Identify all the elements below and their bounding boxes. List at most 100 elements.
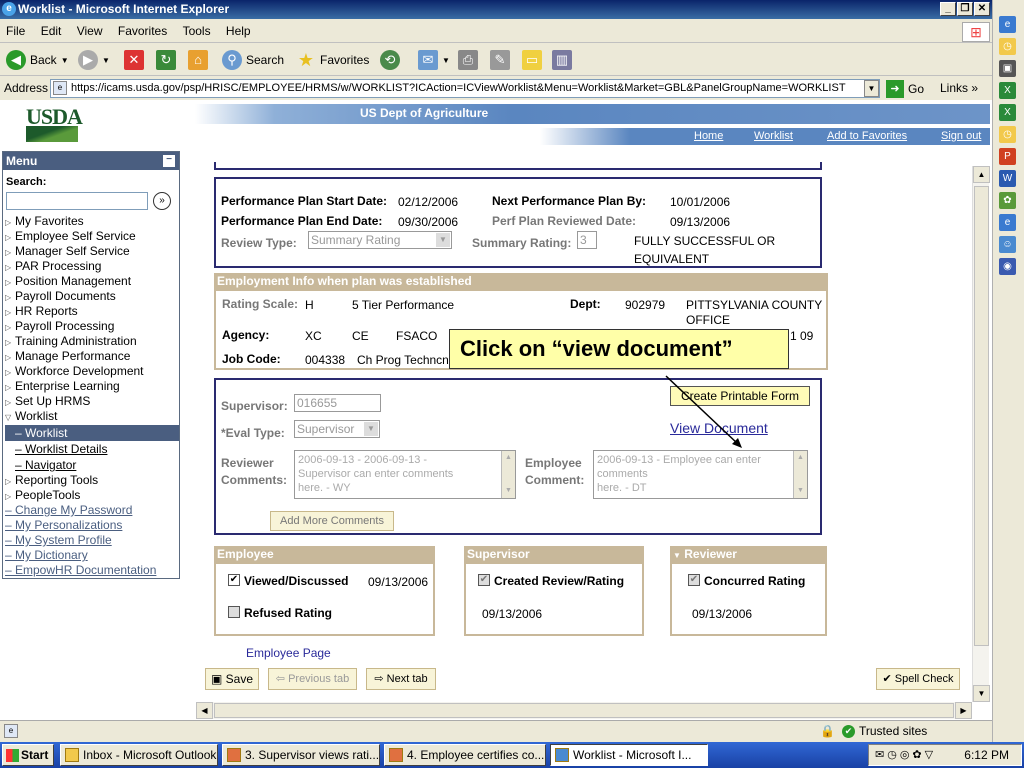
scroll-right-icon[interactable]: ▶: [955, 702, 972, 719]
menu-link-change-my-password[interactable]: – Change My Password: [5, 503, 132, 518]
menu-edit[interactable]: Edit: [35, 20, 68, 42]
powerpoint-launch-icon[interactable]: P: [999, 148, 1016, 165]
eval-type-select[interactable]: Supervisor ▼: [294, 420, 380, 438]
scroll-left-icon[interactable]: ◀: [196, 702, 213, 719]
menu-item-manage-performance[interactable]: ▷ Manage Performance: [5, 349, 130, 364]
menu-item-training-administration[interactable]: ▷ Training Administration: [5, 334, 137, 349]
menu-subitem-navigator[interactable]: – Navigator: [5, 457, 179, 473]
menu-subitem-worklist[interactable]: – Worklist: [5, 425, 179, 441]
calendar-launch-icon[interactable]: ◷: [999, 126, 1016, 143]
menu-file[interactable]: File: [0, 20, 31, 42]
search-button[interactable]: ⚲ Search: [222, 48, 284, 72]
menu-search-input[interactable]: [6, 192, 148, 210]
stop-button[interactable]: ✕: [124, 48, 144, 72]
previous-tab-button[interactable]: ⇦ Previous tab: [268, 668, 357, 690]
vertical-scrollbar[interactable]: ▲ ▼: [972, 166, 990, 702]
print-button[interactable]: ⎙: [458, 48, 478, 72]
scroll-thumb[interactable]: [974, 186, 989, 646]
discuss-button[interactable]: ▭: [522, 48, 542, 72]
menu-item-reporting-tools[interactable]: ▷ Reporting Tools: [5, 473, 98, 488]
menu-link-empowhr-documentation[interactable]: – EmpowHR Documentation: [5, 563, 156, 578]
menu-item-employee-self-service[interactable]: ▷ Employee Self Service: [5, 229, 136, 244]
menu-favorites[interactable]: Favorites: [112, 20, 173, 42]
menu-item-payroll-processing[interactable]: ▷ Payroll Processing: [5, 319, 114, 334]
excel-launch-icon[interactable]: X: [999, 82, 1016, 99]
hscroll-thumb[interactable]: [214, 703, 954, 718]
word-launch-icon[interactable]: W: [999, 170, 1016, 187]
menu-link-my-system-profile[interactable]: – My System Profile: [5, 533, 112, 548]
summary-rating-field[interactable]: 3: [577, 231, 597, 249]
employee-comment-textarea[interactable]: 2006-09-13 - Employee can enter comments…: [593, 450, 808, 499]
menu-item-payroll-documents[interactable]: ▷ Payroll Documents: [5, 289, 116, 304]
menu-item-position-management[interactable]: ▷ Position Management: [5, 274, 131, 289]
menu-subitem-worklist-details[interactable]: – Worklist Details: [5, 441, 179, 457]
home-link[interactable]: Home: [694, 130, 723, 142]
employee-page-link[interactable]: Employee Page: [246, 646, 331, 660]
excel2-launch-icon[interactable]: X: [999, 104, 1016, 121]
messenger-launch-icon[interactable]: ☺: [999, 236, 1016, 253]
refresh-button[interactable]: ↻: [156, 48, 176, 72]
scroll-down-icon[interactable]: ▼: [973, 685, 990, 702]
textarea-scrollbar[interactable]: ▲ ▼: [793, 451, 807, 498]
task-worklist-ie[interactable]: Worklist - Microsoft I...: [550, 744, 708, 766]
menu-tools[interactable]: Tools: [177, 20, 217, 42]
supervisor-field[interactable]: 016655: [294, 394, 381, 412]
address-input[interactable]: e https://icams.usda.gov/psp/HRISC/EMPLOY…: [50, 79, 880, 98]
collapse-triangle-icon[interactable]: ▼: [673, 551, 681, 560]
menu-item-par-processing[interactable]: ▷ PAR Processing: [5, 259, 101, 274]
network-launch-icon[interactable]: ✿: [999, 192, 1016, 209]
forward-button[interactable]: ▶ ▼: [78, 48, 110, 72]
viewed-checkbox[interactable]: ✔: [228, 574, 240, 586]
ie2-launch-icon[interactable]: e: [999, 214, 1016, 231]
minimize-button[interactable]: _: [940, 2, 956, 16]
app-launch-icon[interactable]: ▣: [999, 60, 1016, 77]
go-button[interactable]: ➜ Go: [886, 79, 924, 99]
review-type-select[interactable]: Summary Rating ▼: [308, 231, 452, 249]
outlook-launch-icon[interactable]: ◷: [999, 38, 1016, 55]
favorites-button[interactable]: ★ Favorites: [296, 48, 369, 72]
media-launch-icon[interactable]: ◉: [999, 258, 1016, 275]
close-button[interactable]: ✕: [974, 2, 990, 16]
add-more-comments-button[interactable]: Add More Comments: [270, 511, 394, 531]
add-to-favorites-link[interactable]: Add to Favorites: [827, 130, 907, 142]
research-button[interactable]: ▥: [552, 48, 572, 72]
menu-help[interactable]: Help: [220, 20, 257, 42]
menu-link-my-dictionary[interactable]: – My Dictionary: [5, 548, 88, 563]
textarea-scrollbar[interactable]: ▲ ▼: [501, 451, 515, 498]
ie-launch-icon[interactable]: e: [999, 16, 1016, 33]
menu-item-my-favorites[interactable]: ▷ My Favorites: [5, 214, 84, 229]
worklist-link[interactable]: Worklist: [754, 130, 793, 142]
menu-item-workforce-development[interactable]: ▷ Workforce Development: [5, 364, 144, 379]
links-button[interactable]: Links »: [940, 81, 978, 95]
menu-item-set-up-hrms[interactable]: ▷ Set Up HRMS: [5, 394, 90, 409]
mail-button[interactable]: ✉ ▼: [418, 48, 450, 72]
spell-check-button[interactable]: ✔ Spell Check: [876, 668, 960, 690]
refused-checkbox[interactable]: [228, 606, 240, 618]
search-go-icon[interactable]: »: [153, 192, 171, 210]
menu-item-hr-reports[interactable]: ▷ HR Reports: [5, 304, 78, 319]
menu-item-manager-self-service[interactable]: ▷ Manager Self Service: [5, 244, 130, 259]
start-button[interactable]: Start: [2, 744, 54, 766]
task-doc-3[interactable]: 3. Supervisor views rati...: [222, 744, 380, 766]
back-button[interactable]: ◀ Back ▼: [6, 48, 69, 72]
menu-item-worklist[interactable]: ▽ Worklist: [5, 409, 57, 424]
save-button[interactable]: ▣ Save: [205, 668, 259, 690]
next-tab-button[interactable]: ⇨ Next tab: [366, 668, 436, 690]
reviewer-comments-textarea[interactable]: 2006-09-13 - 2006-09-13 - Supervisor can…: [294, 450, 516, 499]
task-doc-4[interactable]: 4. Employee certifies co...: [384, 744, 546, 766]
menu-item-peopletools[interactable]: ▷ PeopleTools: [5, 488, 80, 503]
menu-collapse-icon[interactable]: −: [163, 155, 175, 167]
task-outlook[interactable]: Inbox - Microsoft Outlook: [60, 744, 218, 766]
menu-link-my-personalizations[interactable]: – My Personalizations: [5, 518, 122, 533]
scroll-up-icon[interactable]: ▲: [973, 166, 990, 183]
menu-item-enterprise-learning[interactable]: ▷ Enterprise Learning: [5, 379, 120, 394]
horizontal-scrollbar[interactable]: ◀ ▶: [196, 702, 972, 719]
edit-button[interactable]: ✎: [490, 48, 510, 72]
menu-view[interactable]: View: [71, 20, 109, 42]
restore-button[interactable]: ❐: [957, 2, 973, 16]
sign-out-link[interactable]: Sign out: [941, 130, 981, 142]
home-button[interactable]: ⌂: [188, 48, 208, 72]
tray-icons[interactable]: ✉◷◎✿▽: [875, 745, 936, 765]
history-button[interactable]: ⟲: [380, 48, 400, 72]
address-dropdown-icon[interactable]: ▼: [864, 80, 879, 97]
